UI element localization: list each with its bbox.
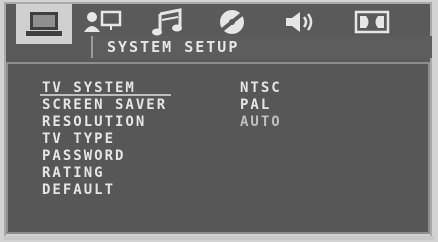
menu-item-tv-system[interactable]: TV SYSTEM [39,80,172,97]
bottom-border [4,236,434,240]
menu-item-default[interactable]: DEFAULT [42,182,167,199]
page-title: SYSTEM SETUP [107,38,240,56]
menu-item-screen-saver[interactable]: SCREEN SAVER [42,97,167,114]
menu-item-tv-type[interactable]: TV TYPE [42,131,167,148]
tab-dolby[interactable] [344,4,400,40]
menu-item-password[interactable]: PASSWORD [42,148,167,165]
tab-video-setup[interactable] [204,4,260,40]
music-notes-icon [152,8,182,36]
option-ntsc[interactable]: NTSC [240,80,282,97]
menu-item-rating[interactable]: RATING [42,165,167,182]
tab-speaker-setup[interactable] [76,4,132,40]
setup-screen: SYSTEM SETUP TV SYSTEM SCREEN SAVER RESO… [0,0,438,242]
settings-menu: TV SYSTEM SCREEN SAVER RESOLUTION TV TYP… [39,80,172,199]
tab-system-setup[interactable] [16,4,72,44]
dolby-icon [354,10,390,34]
disc-icon [220,10,244,34]
page-header: SYSTEM SETUP [91,36,432,58]
speaker-user-icon [84,10,122,32]
speaker-volume-icon [286,12,313,32]
tv-system-options: NTSC PAL AUTO [240,80,282,131]
tab-speaker-volume[interactable] [274,4,330,40]
option-auto[interactable]: AUTO [240,114,282,131]
option-pal[interactable]: PAL [240,97,282,114]
tab-audio-setup[interactable] [140,4,196,40]
setup-panel: TV SYSTEM SCREEN SAVER RESOLUTION TV TYP… [6,62,430,234]
tv-monitor-icon [26,12,62,36]
menu-item-resolution[interactable]: RESOLUTION [42,114,167,131]
